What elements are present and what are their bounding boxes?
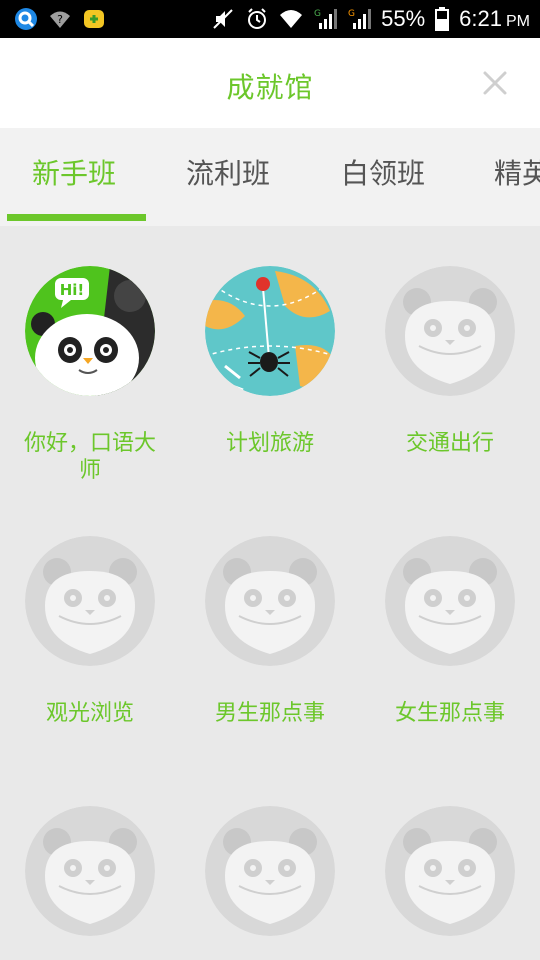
tab-indicator — [7, 214, 146, 221]
locked-panda-icon — [205, 806, 335, 936]
achievement-label: 观光浏览 — [45, 701, 134, 726]
page-title: 成就馆 — [226, 71, 314, 104]
tab-bar: 新手班 流利班 白领班 精英 — [0, 128, 540, 226]
clock-ampm: PM — [506, 13, 530, 30]
clock-time: 6:21 — [459, 6, 502, 31]
svg-text:G: G — [348, 9, 355, 19]
achievement-label: 交通出行 — [405, 431, 494, 456]
achievement-label: 男生那点事 — [214, 701, 325, 726]
signal-2-icon: G — [348, 9, 372, 29]
globe-spider-badge-icon — [205, 266, 335, 396]
achievement-grid: Hi! 你好，口语大师 计划旅游 交通出行 观光浏览 男生那点事 女生那点事 — [0, 226, 540, 960]
locked-panda-icon — [205, 536, 335, 666]
achievement-label: 你好，口语大师 — [23, 431, 156, 483]
achievement-label: 女生那点事 — [394, 701, 505, 726]
locked-panda-icon — [385, 536, 515, 666]
wifi-icon — [280, 10, 303, 28]
locked-panda-icon — [385, 266, 515, 396]
svg-text:?: ? — [57, 13, 63, 26]
locked-panda-icon — [25, 806, 155, 936]
q-app-icon — [15, 8, 37, 30]
locked-panda-icon — [385, 806, 515, 936]
battery-icon — [435, 7, 450, 31]
achievement-label: 计划旅游 — [225, 431, 314, 456]
locked-panda-icon — [25, 536, 155, 666]
tab-fluent[interactable]: 流利班 — [186, 152, 270, 192]
tab-white-collar[interactable]: 白领班 — [341, 152, 425, 192]
hi-text: Hi! — [60, 281, 85, 299]
signal-1-icon: G — [314, 9, 338, 29]
alarm-icon — [248, 8, 267, 29]
game-app-icon — [84, 10, 104, 28]
svg-text:G: G — [314, 9, 321, 19]
clock: 6:21 PM — [459, 6, 530, 32]
tab-elite[interactable]: 精英 — [494, 152, 540, 192]
battery-percent: 55% — [381, 6, 426, 31]
mute-icon — [213, 9, 233, 29]
tab-beginner[interactable]: 新手班 — [32, 152, 116, 192]
panda-hi-badge-icon: Hi! — [25, 266, 155, 396]
status-bar: ? G G 55% 6:21 PM — [0, 0, 540, 38]
wifi-unknown-icon: ? — [50, 11, 70, 28]
title-bar: 成就馆 — [0, 38, 540, 128]
close-icon[interactable] — [480, 68, 510, 98]
